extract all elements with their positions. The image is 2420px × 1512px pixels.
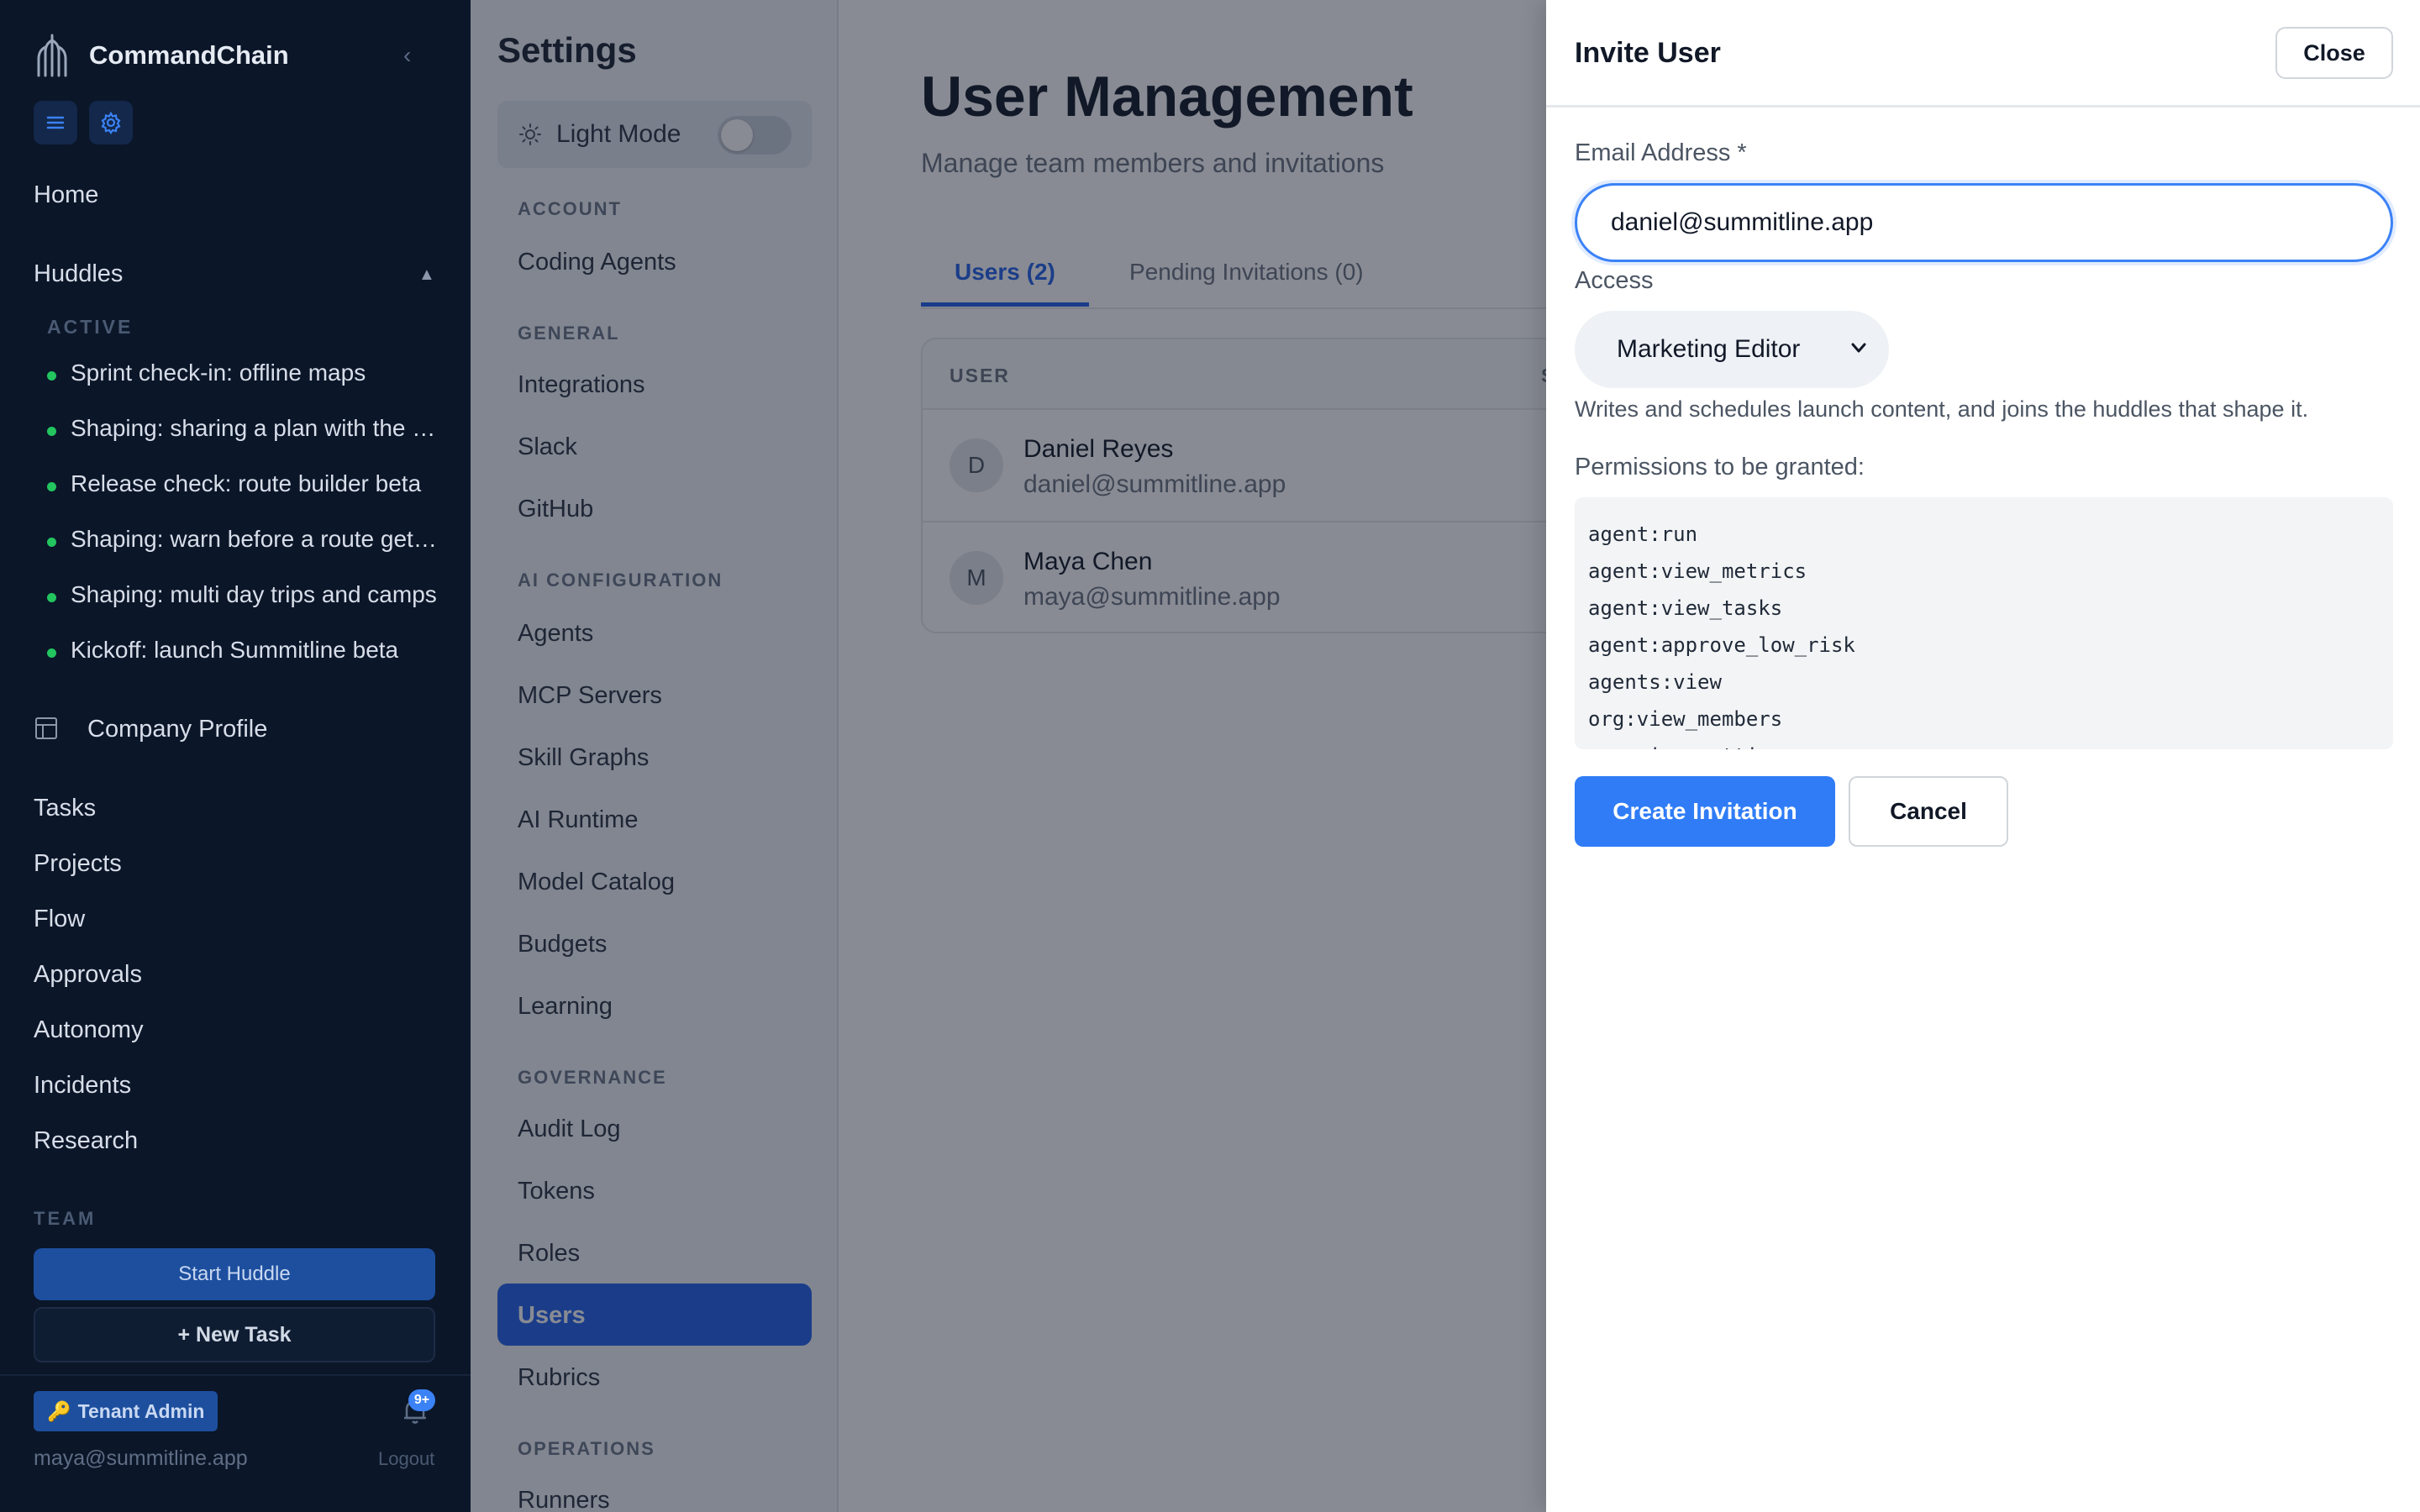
role-badge[interactable]: 🔑 Tenant Admin [34,1391,218,1431]
permission-item: org:view_members [1588,707,1783,731]
logout-link[interactable]: Logout [378,1448,434,1470]
drawer-title: Invite User [1575,37,1721,69]
huddle-item[interactable]: Shaping: multi day trips and camps [47,581,442,608]
team-label: TEAM [34,1208,97,1229]
notification-count-badge: 9+ [408,1389,435,1411]
role-badge-label: Tenant Admin [77,1399,205,1422]
sidebar-divider [0,1374,471,1376]
company-profile-icon [35,717,57,739]
huddle-item[interactable]: Shaping: warn before a route gets risky [47,526,442,553]
nav-research[interactable]: Research [34,1127,138,1155]
access-selected-value: Marketing Editor [1617,335,1801,363]
settings-button[interactable] [89,101,133,144]
huddle-item[interactable]: Release check: route builder beta [47,470,442,497]
new-task-button[interactable]: + New Task [34,1307,435,1362]
email-label: Email Address * [1575,139,1747,166]
nav-autonomy[interactable]: Autonomy [34,1016,144,1044]
huddle-item[interactable]: Shaping: sharing a plan with the group [47,415,442,442]
huddle-item[interactable]: Sprint check-in: offline maps [47,360,442,386]
app-name: CommandChain [89,40,289,70]
email-input[interactable]: daniel@summitline.app [1575,183,2393,262]
permission-item: agents:view [1588,670,1722,694]
nav-projects[interactable]: Projects [34,850,122,878]
sidebar: CommandChain ‹ Home Huddles ▲ ACTIVE Spr… [0,0,471,1512]
sidebar-toolbar [34,101,133,144]
menu-icon [46,116,65,129]
permission-item: org:view_settings [1588,738,2380,749]
nav-tasks[interactable]: Tasks [34,795,96,822]
permission-item: agent:view_metrics [1588,559,1807,583]
access-select[interactable]: Marketing Editor [1575,311,1889,388]
nav-incidents[interactable]: Incidents [34,1072,131,1100]
huddles-collapse-icon[interactable]: ▲ [418,265,435,285]
invite-user-drawer: Invite User Close Email Address * daniel… [1546,0,2420,1512]
current-user-email: maya@summitline.app [34,1446,248,1470]
menu-button[interactable] [34,101,77,144]
huddles-active-label: ACTIVE [47,316,134,338]
close-button[interactable]: Close [2275,27,2393,79]
drawer-header: Invite User Close [1546,0,2420,108]
collapse-sidebar-icon[interactable]: ‹ [403,42,411,69]
commandchain-logo-icon [37,34,67,77]
permission-item: agent:view_tasks [1588,596,1783,620]
huddle-item[interactable]: Kickoff: launch Summitline beta [47,637,442,664]
nav-huddles[interactable]: Huddles [34,260,123,288]
permission-item: agent:run [1588,522,1698,546]
cancel-button[interactable]: Cancel [1849,776,2008,847]
permissions-label: Permissions to be granted: [1575,454,1865,480]
access-description: Writes and schedules launch content, and… [1575,396,2309,422]
start-huddle-button[interactable]: Start Huddle [34,1248,435,1300]
nav-flow[interactable]: Flow [34,906,85,933]
modal-backdrop[interactable] [471,0,1546,1512]
chevron-down-icon [1851,343,1866,353]
permission-item: agent:approve_low_risk [1588,633,1855,657]
nav-home[interactable]: Home [34,181,98,209]
gear-icon [101,111,121,134]
access-label: Access [1575,267,1654,294]
nav-company-profile[interactable]: Company Profile [87,716,267,743]
nav-approvals[interactable]: Approvals [34,961,142,989]
create-invitation-button[interactable]: Create Invitation [1575,776,1835,847]
permissions-list[interactable]: agent:run agent:view_metrics agent:view_… [1575,497,2393,749]
brand[interactable]: CommandChain [34,30,289,81]
key-icon: 🔑 [47,1399,71,1422]
